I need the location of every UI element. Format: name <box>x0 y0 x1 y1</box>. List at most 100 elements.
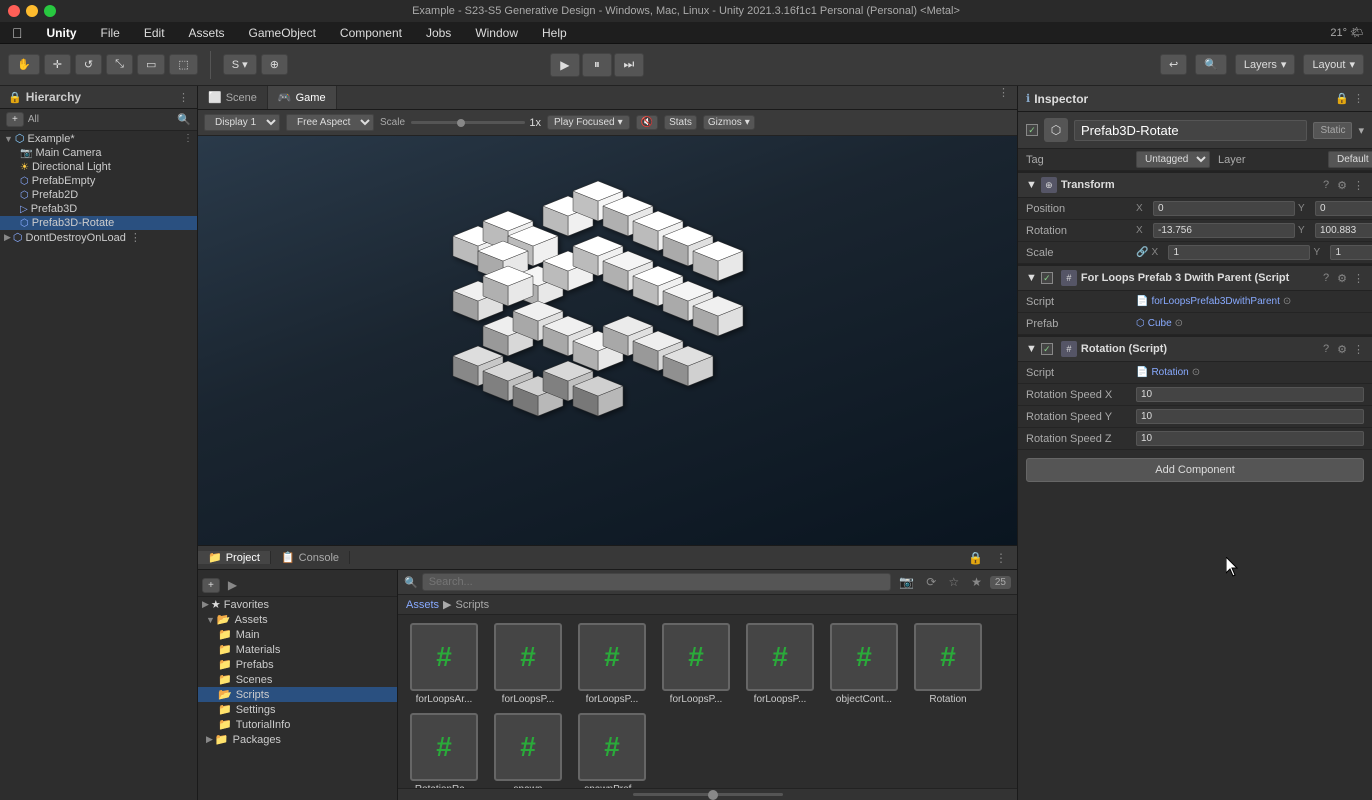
folder-settings[interactable]: 📁 Settings <box>198 702 397 717</box>
rotation-settings-icon[interactable]: ⚙ <box>1337 343 1347 356</box>
rotation-x-input[interactable] <box>1153 223 1295 238</box>
gizmos-button[interactable]: Gizmos ▾ <box>703 115 755 130</box>
unity-menu[interactable]: Unity <box>43 24 81 42</box>
new-folder-icon[interactable]: 📷 <box>895 573 918 591</box>
maximize-button[interactable] <box>44 5 56 17</box>
display-dropdown[interactable]: Display 1 <box>204 114 280 131</box>
play-focused-button[interactable]: Play Focused ▾ <box>547 115 630 130</box>
rotation-active-checkbox[interactable]: ✓ <box>1041 343 1053 355</box>
project-arrow-icon[interactable]: ▶ <box>224 576 241 594</box>
hierarchy-search-icon[interactable]: 🔍 <box>177 113 191 126</box>
rotation-component-header[interactable]: ▼ ✓ # Rotation (Script) ? ⚙ ⋮ <box>1018 335 1372 362</box>
file-menu[interactable]: File <box>97 24 124 42</box>
aspect-dropdown[interactable]: Free Aspect <box>286 114 374 131</box>
search-button[interactable]: 🔍 <box>1195 54 1227 75</box>
forloops-question-icon[interactable]: ? <box>1323 272 1329 284</box>
item-menu-example[interactable]: ⋮ <box>183 133 193 144</box>
hierarchy-add-button[interactable]: + <box>6 112 24 127</box>
forloops-settings-icon[interactable]: ⚙ <box>1337 272 1347 285</box>
favorites-item[interactable]: ▶ ★ Favorites <box>198 597 397 612</box>
tab-scene[interactable]: ⬜ Scene <box>198 86 268 109</box>
rotation-more-icon[interactable]: ⋮ <box>1353 343 1364 356</box>
pause-button[interactable]: ⏸ <box>582 53 612 77</box>
folder-materials[interactable]: 📁 Materials <box>198 642 397 657</box>
hierarchy-item-light[interactable]: ☀ Directional Light <box>0 160 197 174</box>
link-scale-icon[interactable]: 🔗 <box>1136 247 1148 258</box>
asset-item-5[interactable]: # objectCont... <box>826 623 902 705</box>
asset-item-3[interactable]: # forLoopsP... <box>658 623 734 705</box>
forloops-prefab-ref[interactable]: ⬡ Cube ⊙ <box>1136 318 1183 329</box>
move-tool-button[interactable]: ✛ <box>44 54 71 75</box>
hierarchy-item-prefab3d[interactable]: ▷ Prefab3D <box>0 202 197 216</box>
star-icon[interactable]: ★ <box>967 573 986 591</box>
folder-main[interactable]: 📁 Main <box>198 627 397 642</box>
pivot-button[interactable]: S ▾ <box>223 54 257 75</box>
zoom-controls[interactable] <box>633 793 783 796</box>
rotation-speed-y-input[interactable] <box>1136 409 1364 424</box>
forloops-script-ref[interactable]: 📄 forLoopsPrefab3DwithParent ⊙ <box>1136 296 1291 307</box>
gameobject-menu[interactable]: GameObject <box>245 24 320 42</box>
position-y-input[interactable] <box>1315 201 1372 216</box>
scale-slider[interactable]: 1x <box>411 117 541 129</box>
star-filter-icon[interactable]: ☆ <box>944 573 963 591</box>
hierarchy-item-prefabempty[interactable]: ⬡ PrefabEmpty <box>0 174 197 188</box>
asset-item-0[interactable]: # forLoopsAr... <box>406 623 482 705</box>
object-active-checkbox[interactable]: ✓ <box>1026 124 1038 136</box>
rotation-script-link-icon[interactable]: ⊙ <box>1192 367 1200 378</box>
scale-tool-button[interactable]: ⤡ <box>106 54 133 75</box>
project-add-button[interactable]: + <box>202 578 220 593</box>
static-dropdown-icon[interactable]: ▾ <box>1358 124 1364 137</box>
tag-dropdown[interactable]: Untagged <box>1136 151 1210 168</box>
tab-project[interactable]: 📁 Project <box>198 551 271 564</box>
script-link-icon[interactable]: ⊙ <box>1283 296 1291 307</box>
folder-assets[interactable]: ▼ 📂 Assets <box>198 612 397 627</box>
path-assets[interactable]: Assets <box>406 599 439 611</box>
close-button[interactable] <box>8 5 20 17</box>
rotate-tool-button[interactable]: ↺ <box>75 54 102 75</box>
forloops-active-checkbox[interactable]: ✓ <box>1041 272 1053 284</box>
assets-menu[interactable]: Assets <box>185 24 229 42</box>
minimize-button[interactable] <box>26 5 38 17</box>
hierarchy-menu-icon[interactable]: ⋮ <box>178 91 189 104</box>
transform-tool-button[interactable]: ⬚ <box>169 54 197 75</box>
transform-more-icon[interactable]: ⋮ <box>1353 179 1364 192</box>
window-menu[interactable]: Window <box>471 24 522 42</box>
layers-dropdown[interactable]: Layers ▾ <box>1235 54 1296 75</box>
inspector-lock-icon[interactable]: 🔒 <box>1335 92 1349 105</box>
asset-item-6[interactable]: # Rotation <box>910 623 986 705</box>
transform-settings-icon[interactable]: ⚙ <box>1337 179 1347 192</box>
folder-scenes[interactable]: 📁 Scenes <box>198 672 397 687</box>
help-menu[interactable]: Help <box>538 24 571 42</box>
zoom-thumb[interactable] <box>708 790 718 800</box>
play-button[interactable]: ▶ <box>550 53 580 77</box>
rotation-speed-z-input[interactable] <box>1136 431 1364 446</box>
asset-item-1[interactable]: # forLoopsP... <box>490 623 566 705</box>
jobs-menu[interactable]: Jobs <box>422 24 455 42</box>
scale-y-input[interactable] <box>1330 245 1372 260</box>
asset-item-4[interactable]: # forLoopsP... <box>742 623 818 705</box>
refresh-icon[interactable]: ⟳ <box>922 573 940 591</box>
hierarchy-item-prefab2d[interactable]: ⬡ Prefab2D <box>0 188 197 202</box>
bottom-more-icon[interactable]: ⋮ <box>991 549 1011 567</box>
step-button[interactable]: ⏭ <box>614 53 644 77</box>
edit-menu[interactable]: Edit <box>140 24 169 42</box>
folder-tutorialinfo[interactable]: 📁 TutorialInfo <box>198 717 397 732</box>
lock-bottom-icon[interactable]: 🔒 <box>964 549 987 567</box>
local-global-button[interactable]: ⊕ <box>261 54 288 75</box>
layer-dropdown[interactable]: Default <box>1328 151 1372 168</box>
apple-menu[interactable]:  <box>8 23 27 43</box>
tab-more-icon[interactable]: ⋮ <box>990 86 1017 109</box>
asset-item-8[interactable]: # spawn <box>490 713 566 788</box>
undo-button[interactable]: ↩ <box>1160 54 1187 75</box>
folder-packages[interactable]: ▶ 📁 Packages <box>198 732 397 747</box>
folder-prefabs[interactable]: 📁 Prefabs <box>198 657 397 672</box>
lock-icon[interactable]: 🔒 <box>8 91 22 104</box>
mute-button[interactable]: 🔇 <box>636 115 658 130</box>
add-component-button[interactable]: Add Component <box>1026 458 1364 482</box>
component-menu[interactable]: Component <box>336 24 406 42</box>
folder-scripts[interactable]: 📂 Scripts <box>198 687 397 702</box>
hierarchy-item-prefab3d-rotate[interactable]: ⬡ Prefab3D-Rotate <box>0 216 197 230</box>
rotation-script-ref[interactable]: 📄 Rotation ⊙ <box>1136 367 1200 378</box>
transform-question-icon[interactable]: ? <box>1323 179 1329 191</box>
rotation-question-icon[interactable]: ? <box>1323 343 1329 355</box>
